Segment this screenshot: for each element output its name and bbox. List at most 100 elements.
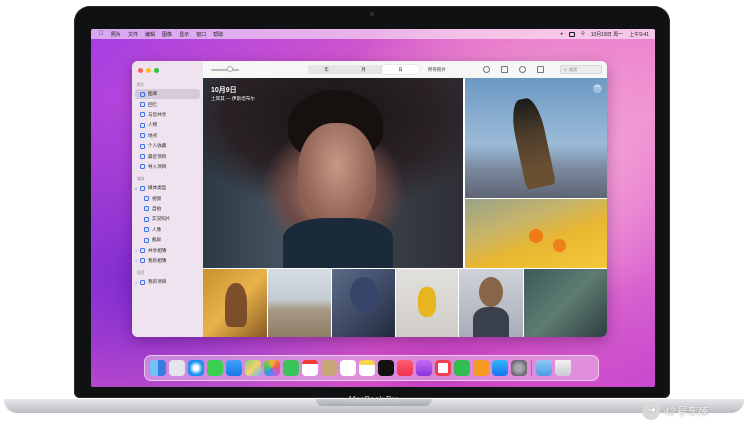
menu-help[interactable]: 帮助 [213, 31, 223, 38]
zoom-slider-knob[interactable] [227, 66, 233, 72]
places-icon [140, 133, 145, 139]
sidebar-item-recents[interactable]: 最近项目 [132, 151, 203, 161]
share-icon[interactable] [501, 66, 508, 73]
apple-menu-icon[interactable]:  [99, 31, 105, 37]
settings-icon[interactable] [511, 360, 527, 376]
sidebar-item-videos[interactable]: 视频 [132, 193, 203, 203]
segment-months[interactable]: 月 [345, 65, 382, 74]
chevron-right-icon[interactable]: > [135, 248, 138, 253]
heart-icon [140, 143, 145, 149]
sidebar-item-label: 个人收藏 [148, 143, 167, 149]
podcasts-icon[interactable] [416, 360, 432, 376]
notes-icon[interactable] [359, 360, 375, 376]
wifi-icon[interactable]: ◕ [560, 31, 563, 37]
menu-app-photos[interactable]: 照片 [111, 31, 121, 38]
music-icon[interactable] [397, 360, 413, 376]
mail-icon[interactable] [226, 360, 242, 376]
camera-icon [370, 12, 374, 16]
sidebar-item-favorites[interactable]: 个人收藏 [132, 141, 203, 151]
close-button[interactable] [138, 68, 143, 73]
face-shape [298, 123, 376, 228]
zoom-slider-track[interactable] [211, 69, 239, 71]
photo-featured-portrait[interactable]: 10月9日 土耳其 — 伊斯坦布尔 [203, 78, 463, 268]
sidebar-item-shared-with-you[interactable]: 与您共享 [132, 110, 203, 120]
model-label-wrapper: MacBook Pro [0, 395, 748, 404]
sidebar-item-my-projects[interactable]: > 我的项目 [132, 277, 203, 287]
heart-icon[interactable] [519, 66, 526, 73]
calendar-icon[interactable] [302, 360, 318, 376]
reminders-icon[interactable] [340, 360, 356, 376]
safari-icon[interactable] [188, 360, 204, 376]
appstore-icon[interactable] [492, 360, 508, 376]
pages-icon[interactable] [473, 360, 489, 376]
sidebar-item-label: 人物 [148, 122, 158, 128]
photo-thumb-5[interactable] [459, 269, 523, 337]
sidebar-item-places[interactable]: 地点 [132, 131, 203, 141]
messages-icon[interactable] [207, 360, 223, 376]
sidebar-item-my-albums[interactable]: > 我的相簿 [132, 256, 203, 266]
sidebar-item-screenshots[interactable]: 截屏 [132, 235, 203, 245]
all-photos-label[interactable]: 所有照片 [428, 67, 446, 73]
chevron-right-icon[interactable]: > [135, 258, 138, 263]
battery-icon[interactable] [569, 31, 576, 37]
clock-time[interactable]: 上午9:41 [629, 31, 649, 38]
segment-days[interactable]: 日 [382, 65, 419, 74]
sidebar-item-media-types[interactable]: v 媒体类型 [132, 183, 203, 193]
photo-oranges[interactable] [465, 199, 607, 268]
segment-years[interactable]: 年 [308, 65, 345, 74]
minimize-button[interactable] [146, 68, 151, 73]
photo-grid: 10月9日 土耳其 — 伊斯坦布尔 ••• [203, 78, 607, 337]
photo-thumb-2[interactable] [268, 269, 331, 337]
sidebar-item-shared-albums[interactable]: > 共享相簿 [132, 245, 203, 255]
shoulders-shape [473, 307, 509, 337]
menu-edit[interactable]: 编辑 [145, 31, 155, 38]
photo-thumb-6[interactable] [524, 269, 607, 337]
menu-file[interactable]: 文件 [128, 31, 138, 38]
sidebar-item-library[interactable]: 图库 [135, 89, 200, 100]
finder-icon[interactable] [150, 360, 166, 376]
contacts-icon[interactable] [321, 360, 337, 376]
sidebar-item-memories[interactable]: 回忆 [132, 99, 203, 109]
downloads-icon[interactable] [536, 360, 552, 376]
clock-date[interactable]: 10月18日 周一 [591, 31, 624, 38]
video-icon [144, 196, 149, 202]
fullscreen-button[interactable] [154, 68, 159, 73]
sidebar-item-portrait[interactable]: 人像 [132, 225, 203, 235]
more-options-button[interactable]: ••• [593, 84, 602, 93]
search-spotlight-icon[interactable]: ⚲ [581, 31, 585, 37]
news-icon[interactable] [435, 360, 451, 376]
sidebar-item-people[interactable]: 人物 [132, 120, 203, 130]
photo-location: 土耳其 — 伊斯坦布尔 [211, 96, 255, 101]
info-icon[interactable] [483, 66, 490, 73]
sidebar-item-label: 自拍 [152, 205, 162, 211]
sidebar-item-live-photos[interactable]: 实况照片 [132, 214, 203, 224]
sidebar-media-list: v 媒体类型 视频 自拍 实况照片 人像 截屏 > 共享相簿 > 我的相簿 [132, 183, 203, 266]
menu-window[interactable]: 窗口 [196, 31, 206, 38]
sidebar-item-imports[interactable]: 导入项目 [132, 162, 203, 172]
search-field[interactable]: ⚲ 搜索 [560, 65, 602, 74]
rotate-icon[interactable] [537, 66, 544, 73]
photo-thumb-1[interactable] [203, 269, 267, 337]
figure-shape [507, 95, 557, 191]
trash-icon[interactable] [555, 360, 571, 376]
live-photo-icon [144, 216, 149, 222]
photo-thumb-3[interactable] [332, 269, 395, 337]
photos-icon[interactable] [264, 360, 280, 376]
memories-icon [140, 102, 145, 108]
numbers-icon[interactable] [454, 360, 470, 376]
launchpad-icon[interactable] [169, 360, 185, 376]
person-shape [350, 277, 378, 311]
portrait-icon [144, 227, 149, 233]
facetime-icon[interactable] [283, 360, 299, 376]
photo-thumb-4[interactable] [396, 269, 458, 337]
photo-fashion[interactable]: ••• [465, 78, 607, 198]
object-shape [418, 287, 436, 317]
appletv-icon[interactable] [378, 360, 394, 376]
maps-icon[interactable] [245, 360, 261, 376]
menu-view[interactable]: 显示 [179, 31, 189, 38]
menu-image[interactable]: 图像 [162, 31, 172, 38]
chevron-down-icon[interactable]: v [135, 186, 138, 191]
search-icon: ⚲ [564, 67, 568, 72]
sidebar-item-selfies[interactable]: 自拍 [132, 204, 203, 214]
chevron-right-icon[interactable]: > [135, 280, 138, 285]
